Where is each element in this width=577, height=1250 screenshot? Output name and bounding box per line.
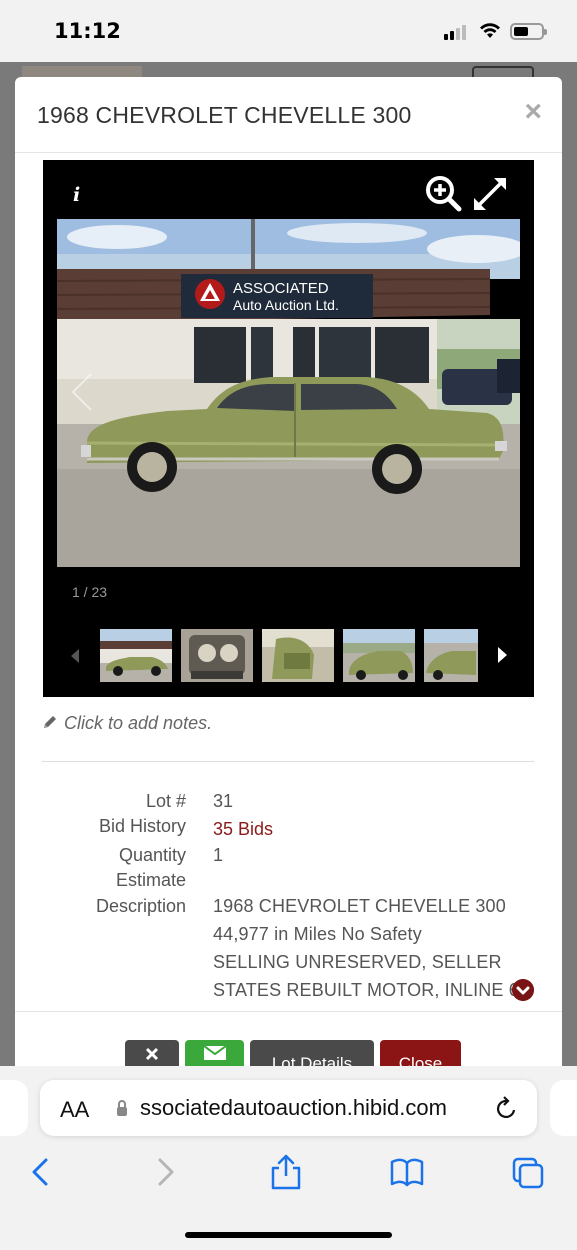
next-tab-peek[interactable] [550,1080,577,1136]
thumbnails-prev-arrow[interactable] [69,649,81,663]
thumbnail-3[interactable] [262,629,334,682]
description-label: Description [95,896,186,916]
description-line: STATES REBUILT MOTOR, INLINE 6 [213,980,519,1000]
expand-description-icon[interactable] [512,979,534,1001]
modal-header: 1968 CHEVROLET CHEVELLE 300 × [15,77,562,153]
image-viewer: i ASSOCIATED Auto Auction Ltd. 1 / 23 [43,160,534,697]
share-icon[interactable] [269,1154,303,1190]
modal-close-button[interactable]: × [524,95,542,129]
thumbnail-1[interactable] [100,629,172,682]
dismiss-icon-button[interactable] [125,1040,179,1067]
description-line: SELLING UNRESERVED, SELLER [213,952,502,972]
text-size-button[interactable]: AA [60,1097,89,1123]
bid-history-label: Bid History [98,816,186,836]
address-bar[interactable]: AA ssociatedautoauction.hibid.com [40,1080,537,1136]
quantity-label: Quantity [118,845,186,865]
thumbnail-2[interactable] [181,629,253,682]
wifi-icon [480,23,500,38]
bookmarks-icon[interactable] [390,1154,424,1190]
watch-button[interactable] [185,1040,244,1067]
status-time: 11:12 [54,19,121,43]
description-line: 44,977 in Miles No Safety [213,924,422,944]
bid-history-link[interactable]: 35 Bids [213,819,273,840]
zoom-in-icon[interactable] [425,175,463,213]
previous-tab-peek[interactable] [0,1080,28,1136]
lot-number-label: Lot # [145,791,186,811]
modal-title: 1968 CHEVROLET CHEVELLE 300 [37,102,412,128]
close-button[interactable]: Close [380,1040,461,1067]
fullscreen-icon[interactable] [471,175,509,213]
add-notes-link[interactable]: Click to add notes. [42,713,212,734]
text-size-label: AA [60,1097,90,1122]
envelope-icon [203,1046,226,1060]
url-text[interactable]: ssociatedautoauction.hibid.com [140,1095,447,1121]
thumbnail-4[interactable] [343,629,415,682]
lot-modal: 1968 CHEVROLET CHEVELLE 300 × i ASSOCIAT… [15,77,562,1067]
battery-icon [510,23,547,40]
tabs-icon[interactable] [511,1154,545,1190]
description-line: 1968 CHEVROLET CHEVELLE 300 [213,896,506,916]
home-indicator[interactable] [185,1232,392,1238]
forward-icon[interactable] [148,1154,182,1190]
previous-image-arrow[interactable] [69,370,95,414]
notes-divider [42,761,534,762]
close-x-icon [145,1047,159,1061]
info-icon[interactable]: i [73,184,80,206]
status-bar: 11:12 [0,0,577,62]
lot-main-photo[interactable]: ASSOCIATED Auto Auction Ltd. [57,219,520,567]
browser-toolbar: AA ssociatedautoauction.hibid.com [0,1066,577,1250]
sign-line-1: ASSOCIATED [233,280,329,297]
sign-line-2: Auto Auction Ltd. [233,297,339,313]
lot-details-button[interactable]: Lot Details [250,1040,374,1067]
quantity-value: 1 [213,845,224,865]
estimate-label: Estimate [115,870,186,890]
thumbnail-5[interactable] [424,629,478,682]
cellular-signal-icon [444,24,470,40]
back-icon[interactable] [24,1154,58,1190]
image-counter: 1 / 23 [72,584,108,600]
reload-icon[interactable] [495,1095,519,1121]
pencil-icon [44,716,56,728]
thumbnails-next-arrow[interactable] [496,647,508,663]
modal-footer-divider [15,1011,562,1012]
lot-number-value: 31 [213,791,234,811]
add-notes-label: Click to add notes. [64,713,213,733]
lock-icon [117,1100,127,1116]
